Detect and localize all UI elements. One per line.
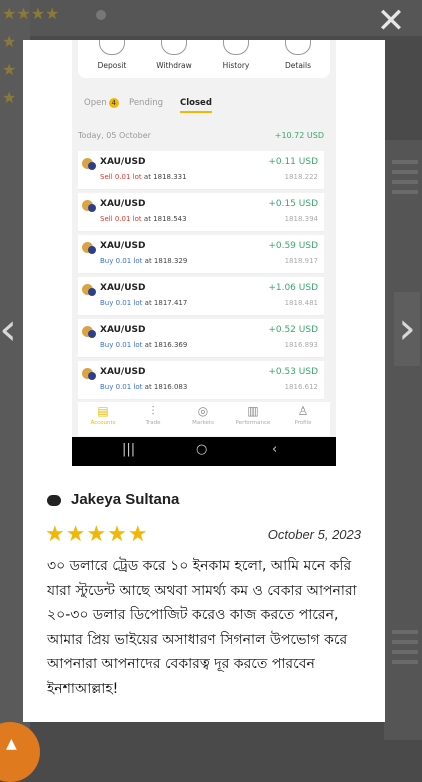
details-action: Details [268, 40, 328, 70]
trade-close-price: 1818.222 [284, 173, 318, 181]
trade-detail: Sell 0.01 lot at 1818.543 [100, 215, 187, 223]
trade-row: XAU/USD Buy 0.01 lot at 1817.417 +1.06 U… [78, 277, 324, 316]
history-icon [223, 40, 249, 55]
nav-trade: ⫶ Trade [128, 404, 178, 426]
withdraw-icon [161, 40, 187, 55]
trade-close-price: 1818.917 [284, 257, 318, 265]
trade-symbol: XAU/USD [100, 283, 146, 293]
home-icon: ○ [196, 442, 208, 457]
trade-close-price: 1816.893 [284, 341, 318, 349]
gold-usd-icon [82, 284, 96, 296]
details-icon [285, 40, 311, 55]
trade-row: XAU/USD Sell 0.01 lot at 1818.543 +0.15 … [78, 193, 324, 232]
accounts-icon: ▤ [97, 404, 109, 418]
withdraw-action: Withdraw [144, 40, 204, 70]
tab-closed: Closed [180, 98, 212, 113]
trade-close-price: 1816.612 [284, 383, 318, 391]
close-icon[interactable]: ✕ [376, 4, 406, 38]
android-nav-bar: ||| ○ ‹ [72, 437, 336, 466]
trade-detail: Buy 0.01 lot at 1817.417 [100, 299, 188, 307]
day-label: Today, 05 October [78, 131, 151, 140]
deposit-icon [99, 40, 125, 55]
nav-profile: ♙ Profile [278, 404, 328, 426]
review-lightbox: Deposit Withdraw History Details Open 4 P… [23, 40, 385, 722]
user-icon: ♙ [297, 404, 309, 418]
gold-usd-icon [82, 158, 96, 170]
trade-close-price: 1818.481 [284, 299, 318, 307]
comment-icon [47, 494, 61, 506]
back-icon: ‹ [272, 442, 278, 457]
deposit-action: Deposit [82, 40, 142, 70]
day-summary: Today, 05 October +10.72 USD [78, 131, 324, 140]
gold-usd-icon [82, 368, 96, 380]
trade-profit: +0.52 USD [268, 325, 318, 335]
nav-accounts: ▤ Accounts [78, 404, 128, 426]
trade-detail: Buy 0.01 lot at 1816.083 [100, 383, 188, 391]
reviewer-name: Jakeya Sultana [47, 491, 179, 508]
trade-symbol: XAU/USD [100, 367, 146, 377]
history-action: History [206, 40, 266, 70]
background-header [0, 0, 422, 36]
nav-markets: ◎ Markets [178, 404, 228, 426]
trade-profit: +1.06 USD [268, 283, 318, 293]
globe-icon: ◎ [197, 404, 209, 418]
trade-row: XAU/USD Sell 0.01 lot at 1818.331 +0.11 … [78, 151, 324, 190]
trading-app-screenshot: Deposit Withdraw History Details Open 4 P… [72, 40, 336, 466]
trade-detail: Buy 0.01 lot at 1816.369 [100, 341, 188, 349]
trade-symbol: XAU/USD [100, 157, 146, 167]
trade-row: XAU/USD Buy 0.01 lot at 1816.369 +0.52 U… [78, 319, 324, 358]
nav-performance: ▥ Performance [228, 404, 278, 426]
chart-icon: ▥ [247, 404, 259, 418]
trade-row: XAU/USD Buy 0.01 lot at 1818.329 +0.59 U… [78, 235, 324, 274]
trade-detail: Buy 0.01 lot at 1818.329 [100, 257, 188, 265]
trade-icon: ⫶ [151, 404, 155, 418]
review-text: ৩০ ডলারে ট্রেড করে ১০ ইনকাম হলো, আমি মনে… [47, 558, 357, 697]
gold-usd-icon [82, 242, 96, 254]
trade-symbol: XAU/USD [100, 199, 146, 209]
trade-detail: Sell 0.01 lot at 1818.331 [100, 173, 187, 181]
recents-icon: ||| [122, 442, 136, 457]
tab-pending: Pending [129, 98, 163, 108]
day-total: +10.72 USD [274, 131, 324, 140]
gold-usd-icon [82, 326, 96, 338]
trade-row: XAU/USD Buy 0.01 lot at 1816.083 +0.53 U… [78, 361, 324, 400]
open-count-badge: 4 [108, 98, 119, 108]
trade-symbol: XAU/USD [100, 325, 146, 335]
trade-profit: +0.15 USD [268, 199, 318, 209]
scroll-top-button[interactable]: ▲ [0, 722, 40, 782]
trade-symbol: XAU/USD [100, 241, 146, 251]
chevron-right-icon[interactable]: › [394, 292, 420, 366]
review-date: October 5, 2023 [267, 527, 361, 542]
trade-profit: +0.11 USD [268, 157, 318, 167]
background-right-panel [384, 140, 422, 740]
trade-profit: +0.59 USD [268, 241, 318, 251]
account-actions: Deposit Withdraw History Details [78, 40, 330, 78]
chevron-left-icon[interactable]: ‹ [0, 300, 20, 360]
gold-usd-icon [82, 200, 96, 212]
tab-open: Open 4 [84, 98, 119, 108]
star-rating: ★★★★★ [45, 522, 149, 547]
app-bottom-nav: ▤ Accounts ⫶ Trade ◎ Markets ▥ Performance ♙… [78, 402, 330, 436]
trade-close-price: 1818.394 [284, 215, 318, 223]
trade-profit: +0.53 USD [268, 367, 318, 377]
